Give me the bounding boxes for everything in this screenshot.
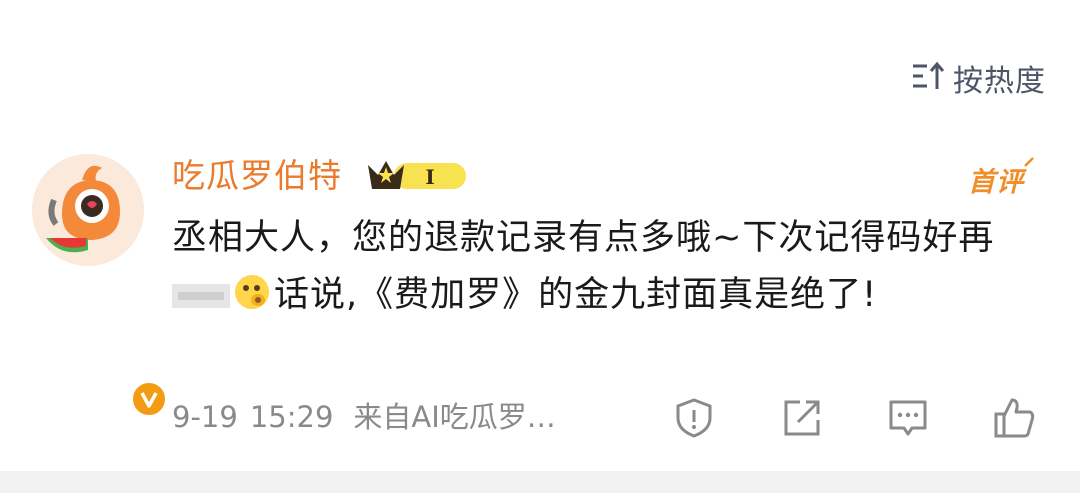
sort-label: 按热度	[953, 64, 1046, 99]
report-icon[interactable]	[672, 396, 716, 440]
comment-time: 15:29	[249, 400, 334, 434]
sort-toggle[interactable]: 按热度	[911, 58, 1046, 99]
rank-badge-text: I	[425, 165, 434, 189]
emoji-icon	[232, 272, 272, 330]
username[interactable]: 吃瓜罗伯特	[172, 153, 342, 199]
comment-text-part2: 话说,《费加罗》的金九封面真是绝了!	[274, 275, 878, 315]
comment-text-part1: 丞相大人，您的退款记录有点多哦~下次记得码好再	[172, 218, 995, 258]
avatar[interactable]	[32, 154, 168, 418]
comment-source: 来自AI吃瓜罗…	[353, 400, 556, 434]
crown-rank-badge-icon: I	[364, 155, 472, 199]
first-comment-tag-label: 首评	[968, 167, 1024, 198]
comment-date: 9-19	[172, 400, 238, 434]
comment-text: 丞相大人，您的退款记录有点多哦~下次记得码好再话说,《费加罗》的金九封面真是绝了…	[172, 210, 1052, 330]
reply-icon[interactable]	[886, 396, 930, 440]
sparkle-icon	[1024, 157, 1034, 167]
verified-badge-icon	[130, 380, 168, 418]
share-icon[interactable]	[780, 396, 824, 440]
like-icon[interactable]	[992, 396, 1036, 440]
bottom-divider	[0, 471, 1080, 493]
sort-icon	[911, 61, 945, 95]
comment-meta: 9-19 15:29 来自AI吃瓜罗…	[172, 394, 556, 440]
censored-text-icon	[172, 271, 230, 308]
first-comment-tag: 首评	[968, 157, 1034, 199]
